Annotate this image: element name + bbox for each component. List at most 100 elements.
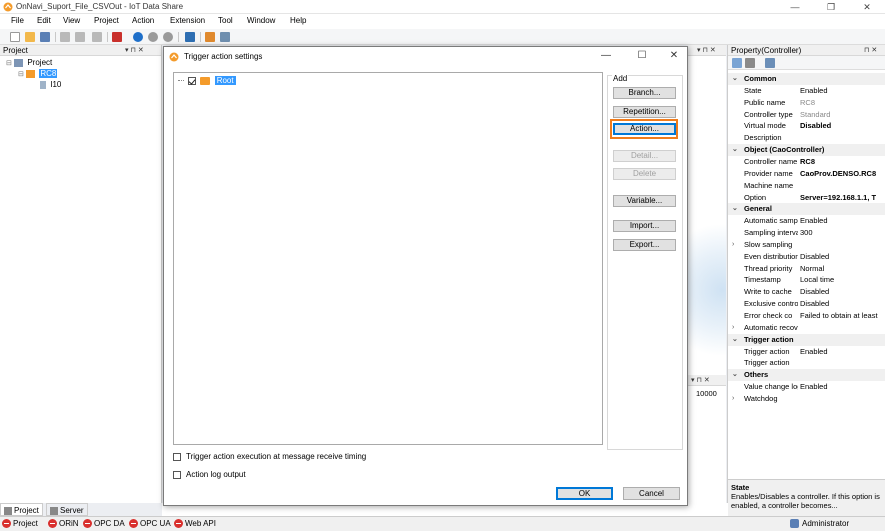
variable-button[interactable]: Variable...	[613, 195, 676, 207]
dialog-maximize-button[interactable]: ☐	[632, 50, 652, 62]
property-row[interactable]: Trigger action Enabled	[728, 346, 885, 358]
expand-icon[interactable]: ›	[732, 322, 742, 334]
menu-edit[interactable]: Edit	[37, 16, 51, 25]
network-icon[interactable]	[220, 32, 230, 42]
menu-action[interactable]: Action	[132, 16, 154, 25]
property-value[interactable]: Disabled	[800, 251, 885, 263]
collapse-icon[interactable]: ⊟	[6, 60, 12, 67]
tree-node-rc8[interactable]: ⊟ RC8	[18, 69, 58, 78]
property-row[interactable]: Description	[728, 132, 885, 144]
import-button[interactable]: Import...	[613, 220, 676, 232]
property-row[interactable]: Provider name CaoProv.DENSO.RC8	[728, 168, 885, 180]
property-row[interactable]: Virtual mode Disabled	[728, 120, 885, 132]
trigger-tree[interactable]: Root	[173, 72, 603, 445]
panel-pin-icon[interactable]: ⊓ ✕	[864, 45, 877, 56]
property-row[interactable]: › Watchdog	[728, 393, 885, 405]
expand-icon[interactable]: ⌄	[732, 369, 742, 381]
panel-pin-icon[interactable]: ▾ ⊓ ✕	[697, 45, 716, 56]
tree-node-root[interactable]: Root	[178, 76, 236, 85]
property-row[interactable]: Controller name RC8	[728, 156, 885, 168]
property-value[interactable]: Disabled	[800, 120, 885, 132]
close-button[interactable]: ✕	[849, 0, 885, 14]
collapse-icon[interactable]: ⊟	[18, 71, 24, 78]
cancel-button[interactable]: Cancel	[623, 487, 680, 500]
property-pages-icon[interactable]	[765, 58, 775, 68]
new-file-icon[interactable]	[10, 32, 20, 42]
property-row[interactable]: Timestamp Local time	[728, 274, 885, 286]
expand-icon[interactable]: ⌄	[732, 73, 742, 85]
property-category[interactable]: ⌄ Trigger action	[728, 333, 885, 346]
copy-icon[interactable]	[75, 32, 85, 42]
monitor-icon[interactable]	[185, 32, 195, 42]
save-icon[interactable]	[40, 32, 50, 42]
property-row[interactable]: Even distribution Disabled	[728, 251, 885, 263]
play-icon[interactable]	[133, 32, 143, 42]
delete-icon[interactable]	[92, 32, 102, 42]
exec-on-message-option[interactable]: Trigger action execution at message rece…	[173, 452, 366, 461]
property-value[interactable]: Disabled	[800, 298, 885, 310]
menu-tool[interactable]: Tool	[218, 16, 233, 25]
maximize-button[interactable]: ❐	[813, 0, 849, 14]
property-value[interactable]: Failed to obtain at least	[800, 310, 885, 322]
property-row[interactable]: Value change log Enabled	[728, 381, 885, 393]
property-value[interactable]: Enabled	[800, 85, 885, 97]
property-row[interactable]: Trigger action	[728, 357, 885, 369]
dialog-close-button[interactable]: ✕	[664, 50, 684, 62]
categorized-icon[interactable]	[732, 58, 742, 68]
cut-icon[interactable]	[60, 32, 70, 42]
tree-node-project[interactable]: ⊟ Project	[6, 58, 52, 67]
minimize-button[interactable]: —	[777, 0, 813, 14]
panel-pin-icon[interactable]: ▾ ⊓ ✕	[125, 45, 144, 56]
property-value[interactable]: Standard	[800, 109, 885, 121]
property-value[interactable]: Enabled	[800, 215, 885, 227]
tab-server[interactable]: Server	[46, 503, 88, 516]
property-value[interactable]: RC8	[800, 97, 885, 109]
property-row[interactable]: Machine name	[728, 180, 885, 192]
panel-pin-icon[interactable]: ▾ ⊓ ✕	[691, 375, 710, 386]
property-row[interactable]: Public name RC8	[728, 97, 885, 109]
property-value[interactable]: Enabled	[800, 346, 885, 358]
property-value[interactable]: CaoProv.DENSO.RC8	[800, 168, 885, 180]
property-value[interactable]: 300	[800, 227, 885, 239]
repetition-button[interactable]: Repetition...	[613, 106, 676, 118]
property-value[interactable]: Disabled	[800, 286, 885, 298]
menu-view[interactable]: View	[63, 16, 80, 25]
log-output-option[interactable]: Action log output	[173, 470, 246, 479]
sort-alpha-icon[interactable]	[745, 58, 755, 68]
menu-extension[interactable]: Extension	[170, 16, 205, 25]
property-value[interactable]: Local time	[800, 274, 885, 286]
tree-node-i10[interactable]: I10	[40, 80, 61, 89]
property-category[interactable]: ⌄ Object (CaoController)	[728, 144, 885, 157]
property-row[interactable]: Sampling interval 300	[728, 227, 885, 239]
property-value[interactable]: RC8	[800, 156, 885, 168]
property-row[interactable]: Exclusive control Disabled	[728, 298, 885, 310]
expand-icon[interactable]: ›	[732, 239, 742, 251]
menu-project[interactable]: Project	[94, 16, 119, 25]
toolbox-icon[interactable]	[112, 32, 122, 42]
pause-icon[interactable]	[148, 32, 158, 42]
property-row[interactable]: Thread priority Normal	[728, 263, 885, 275]
expand-icon[interactable]: ⌄	[732, 334, 742, 346]
open-folder-icon[interactable]	[25, 32, 35, 42]
property-row[interactable]: State Enabled	[728, 85, 885, 97]
property-row[interactable]: ›Automatic recovery	[728, 322, 885, 334]
expand-icon[interactable]: ⌄	[732, 144, 742, 156]
stop-icon[interactable]	[163, 32, 173, 42]
property-value[interactable]: Server=192.168.1.1, T	[800, 192, 885, 204]
menu-file[interactable]: File	[11, 16, 24, 25]
property-category[interactable]: ⌄ General	[728, 203, 885, 216]
property-row[interactable]: › Slow sampling	[728, 239, 885, 251]
property-value[interactable]: Normal	[800, 263, 885, 275]
property-category[interactable]: ⌄ Common	[728, 73, 885, 85]
property-row[interactable]: Option Server=192.168.1.1, T	[728, 192, 885, 204]
expand-icon[interactable]: ⌄	[732, 203, 742, 215]
action-button[interactable]: Action...	[613, 123, 676, 135]
detail-button[interactable]: Detail...	[613, 150, 676, 162]
export-button[interactable]: Export...	[613, 239, 676, 251]
expand-icon[interactable]: ›	[732, 393, 742, 405]
property-row[interactable]: Controller type Standard	[728, 109, 885, 121]
property-row[interactable]: Automatic samplingEnabled	[728, 215, 885, 227]
log-output-checkbox[interactable]	[173, 470, 181, 479]
property-category[interactable]: ⌄ Others	[728, 369, 885, 382]
menu-help[interactable]: Help	[290, 16, 306, 25]
